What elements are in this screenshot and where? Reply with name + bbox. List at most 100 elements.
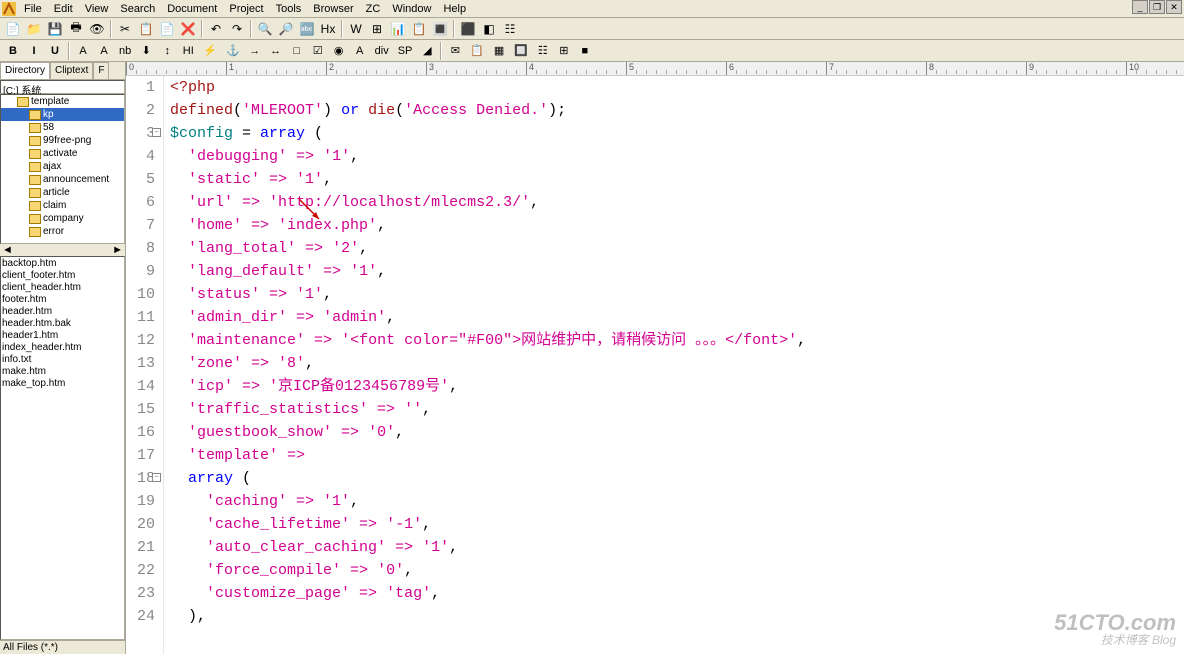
toolbar-btn[interactable]: Hx [318,19,338,39]
code-line[interactable]: 'cache_lifetime' => '-1', [170,513,1184,536]
menu-search[interactable]: Search [114,1,161,17]
folder-tree[interactable]: templatekp5899free-pngactivateajaxannoun… [0,94,125,244]
file-item[interactable]: header.htm.bak [2,318,123,330]
tree-item[interactable]: article [1,186,124,199]
tree-item[interactable]: claim [1,199,124,212]
code-line[interactable]: 'customize_page' => 'tag', [170,582,1184,605]
format-btn[interactable]: ↕ [157,41,177,61]
code-line[interactable]: ), [170,605,1184,628]
tree-scroll[interactable]: ◄► [0,244,125,256]
code-line[interactable]: 'template' => [170,444,1184,467]
file-item[interactable]: index_header.htm [2,342,123,354]
tree-item[interactable]: kp [1,108,124,121]
code-line[interactable]: 'static' => '1', [170,168,1184,191]
toolbar-btn[interactable]: 🔎 [276,19,296,39]
menu-window[interactable]: Window [386,1,437,17]
menu-browser[interactable]: Browser [307,1,359,17]
toolbar-btn[interactable]: ❌ [178,19,198,39]
format-btn[interactable]: ◉ [329,41,349,61]
code-line[interactable]: 'traffic_statistics' => '', [170,398,1184,421]
toolbar-btn[interactable]: 📋 [136,19,156,39]
menu-help[interactable]: Help [437,1,472,17]
tree-item[interactable]: template [1,95,124,108]
format-btn[interactable]: div [371,41,393,61]
toolbar-btn[interactable]: ☷ [500,19,520,39]
menu-document[interactable]: Document [161,1,223,17]
format-btn[interactable]: ⊞ [554,41,574,61]
sidebar-tab-directory[interactable]: Directory [0,62,50,79]
restore-button[interactable]: ❐ [1149,0,1165,14]
menu-zc[interactable]: ZC [360,1,387,17]
minimize-button[interactable]: _ [1132,0,1148,14]
tree-item[interactable]: company [1,212,124,225]
format-btn[interactable]: ⚡ [199,41,221,61]
file-item[interactable]: header1.htm [2,330,123,342]
toolbar-btn[interactable]: 🔳 [430,19,450,39]
code-line[interactable]: 'auto_clear_caching' => '1', [170,536,1184,559]
fold-icon[interactable]: − [152,473,161,482]
toolbar-btn[interactable]: 📄 [157,19,177,39]
toolbar-btn[interactable]: W [346,19,366,39]
file-item[interactable]: make.htm [2,366,123,378]
format-btn[interactable]: A [94,41,114,61]
format-btn[interactable]: ⚓ [222,41,244,61]
file-item[interactable]: header.htm [2,306,123,318]
file-item[interactable]: info.txt [2,354,123,366]
code-line[interactable]: array ( [170,467,1184,490]
toolbar-btn[interactable]: ✂ [115,19,135,39]
tree-item[interactable]: 99free-png [1,134,124,147]
menu-edit[interactable]: Edit [48,1,79,17]
code-line[interactable]: 'url' => 'http://localhost/mlecms2.3/', [170,191,1184,214]
file-item[interactable]: backtop.htm [2,258,123,270]
format-btn[interactable]: ↔ [266,41,286,61]
code-line[interactable]: defined('MLEROOT') or die('Access Denied… [170,99,1184,122]
toolbar-btn[interactable]: ⊞ [367,19,387,39]
sidebar-tab-cliptext[interactable]: Cliptext [50,62,93,79]
format-btn[interactable]: HI [178,41,198,61]
format-btn[interactable]: ▦ [489,41,509,61]
path-selector[interactable]: [C:] 系统 [0,80,125,94]
fold-icon[interactable]: − [152,128,161,137]
menu-tools[interactable]: Tools [270,1,308,17]
code-line[interactable]: 'debugging' => '1', [170,145,1184,168]
toolbar-btn[interactable]: 💾 [45,19,65,39]
toolbar-btn[interactable]: 🔤 [297,19,317,39]
tree-item[interactable]: announcement [1,173,124,186]
toolbar-btn[interactable]: ◧ [479,19,499,39]
file-item[interactable]: footer.htm [2,294,123,306]
format-btn[interactable]: ⬇ [136,41,156,61]
code-line[interactable]: <?php [170,76,1184,99]
format-btn[interactable]: 🔲 [510,41,532,61]
format-btn[interactable]: ☑ [308,41,328,61]
code-line[interactable]: 'icp' => '京ICP备0123456789号', [170,375,1184,398]
format-btn[interactable]: ☷ [533,41,553,61]
menu-project[interactable]: Project [223,1,269,17]
menu-file[interactable]: File [18,1,48,17]
format-btn[interactable]: ✉ [445,41,465,61]
code-line[interactable]: 'lang_default' => '1', [170,260,1184,283]
toolbar-btn[interactable]: ↷ [227,19,247,39]
code-line[interactable]: 'status' => '1', [170,283,1184,306]
toolbar-btn[interactable]: ↶ [206,19,226,39]
format-btn[interactable]: ■ [575,41,595,61]
code-line[interactable]: 'zone' => '8', [170,352,1184,375]
close-button[interactable]: ✕ [1166,0,1182,14]
toolbar-btn[interactable]: 📊 [388,19,408,39]
format-btn[interactable]: SP [394,41,417,61]
file-list[interactable]: backtop.htmclient_footer.htmclient_heade… [0,256,125,640]
code-line[interactable]: $config = array ( [170,122,1184,145]
toolbar-btn[interactable]: 🖶 [66,19,86,39]
format-btn[interactable]: I [24,41,44,61]
toolbar-btn[interactable]: 👁 [87,19,107,39]
tree-item[interactable]: error [1,225,124,238]
format-btn[interactable]: A [73,41,93,61]
format-btn[interactable]: nb [115,41,135,61]
sidebar-filter[interactable]: All Files (*.*) [0,640,125,654]
code-line[interactable]: 'admin_dir' => 'admin', [170,306,1184,329]
toolbar-btn[interactable]: ⬛ [458,19,478,39]
format-btn[interactable]: B [3,41,23,61]
code-text[interactable]: <?phpdefined('MLEROOT') or die('Access D… [164,76,1184,654]
format-btn[interactable]: → [245,41,265,61]
format-btn[interactable]: ◢ [417,41,437,61]
toolbar-btn[interactable]: 🔍 [255,19,275,39]
